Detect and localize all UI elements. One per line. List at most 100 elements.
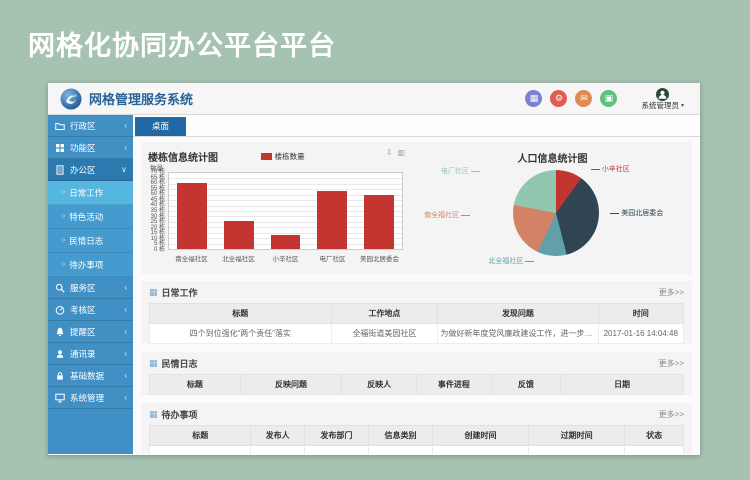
- y-axis-ticks: 70 栋65 栋60 栋55 栋50 栋45 栋40 栋35 栋30 栋25 栋…: [141, 172, 167, 250]
- mail-icon[interactable]: ✉: [575, 90, 592, 107]
- public-log-table: 标题反映问题反映人事件进程反馈日期: [149, 374, 684, 395]
- table-header-cell: 过期时间: [529, 426, 625, 446]
- leader-line: [471, 171, 480, 172]
- tab-desktop[interactable]: 桌面: [135, 117, 186, 136]
- daily-work-table: 标题工作地点发现问题时间 四个到位强化“两个责任”落实全福街道美园社区为做好新年…: [149, 303, 684, 344]
- sidebar-subitem[interactable]: ○待办事项: [48, 253, 133, 277]
- leader-line: [525, 261, 534, 262]
- brand-logo-icon: [60, 88, 82, 110]
- section-title: 日常工作: [162, 286, 198, 299]
- section-title: 民情日志: [162, 357, 198, 370]
- table-header-cell: 反映问题: [240, 375, 341, 395]
- pie-chart-title: 人口信息统计图: [413, 150, 692, 165]
- bar[interactable]: [364, 195, 394, 249]
- legend-label: 楼栋数量: [275, 151, 305, 162]
- header-actions: ▦ ⚙ ✉ ▣: [525, 90, 617, 107]
- document-icon: [55, 165, 66, 175]
- x-tick-label: 北全福社区: [215, 253, 262, 263]
- data-view-icon[interactable]: ▥: [397, 148, 405, 157]
- sidebar-item[interactable]: 基础数据‹: [48, 365, 133, 387]
- chevron-left-icon: ‹: [124, 121, 127, 130]
- sidebar-item[interactable]: 考核区‹: [48, 299, 133, 321]
- table-header-cell: 标题: [150, 304, 332, 324]
- table-header-cell: 反馈: [491, 375, 560, 395]
- leader-line: [591, 169, 600, 170]
- table-header-cell: 反映人: [342, 375, 417, 395]
- x-axis-labels: 南全福社区北全福社区小辛社区电厂社区美园北居委会: [168, 253, 403, 263]
- section-title: 待办事项: [162, 408, 198, 421]
- sidebar-item[interactable]: 行政区‹: [48, 115, 133, 137]
- x-tick-label: 小辛社区: [262, 253, 309, 263]
- legend-swatch: [261, 153, 272, 160]
- table-header-cell: 创建时间: [433, 426, 529, 446]
- sidebar-subitem[interactable]: ○民情日志: [48, 229, 133, 253]
- chevron-left-icon: ‹: [124, 327, 127, 336]
- chevron-left-icon: ‹: [124, 305, 127, 314]
- tab-bar: 桌面: [133, 115, 700, 137]
- grid-icon: [55, 143, 66, 153]
- table-header-cell: 发布人: [251, 426, 304, 446]
- sidebar-item[interactable]: 提醒区‹: [48, 321, 133, 343]
- leader-line: [461, 215, 470, 216]
- chevron-left-icon: ‹: [124, 283, 127, 292]
- chart-toolbox: ⇩ ▥: [386, 148, 405, 157]
- app-header: 网格管理服务系统 ▦ ⚙ ✉ ▣ 系统管理员 ▾: [48, 83, 700, 115]
- image-icon[interactable]: ▣: [600, 90, 617, 107]
- section-public-log: ▦ 民情日志 更多>> 标题反映问题反映人事件进程反馈日期: [141, 352, 692, 395]
- bar[interactable]: [224, 221, 254, 249]
- search-icon: [55, 283, 66, 293]
- page-title: 网格化协同办公平台平台: [28, 24, 336, 63]
- leader-line: [610, 213, 619, 214]
- table-header-cell: 状态: [625, 426, 684, 446]
- sidebar-subitem[interactable]: ○特色活动: [48, 205, 133, 229]
- circle-bullet-icon: ○: [61, 237, 65, 244]
- bar-chart-legend[interactable]: 楼栋数量: [261, 151, 305, 162]
- settings-gear-icon[interactable]: ⚙: [550, 90, 567, 107]
- gauge-icon: [55, 305, 66, 315]
- pie-slice-label: 北全福社区: [488, 256, 536, 266]
- user-name: 系统管理员: [641, 102, 679, 110]
- sidebar: 行政区‹功能区‹办公区∨○日常工作○特色活动○民情日志○待办事项服务区‹考核区‹…: [48, 115, 133, 454]
- sidebar-item[interactable]: 功能区‹: [48, 137, 133, 159]
- sidebar-item[interactable]: 系统管理‹: [48, 387, 133, 409]
- sidebar-subitem[interactable]: ○日常工作: [48, 181, 133, 205]
- section-todo: ▦ 待办事项 更多>> 标题发布人发布部门信息类别创建时间过期时间状态: [141, 403, 692, 454]
- apps-icon[interactable]: ▦: [525, 90, 542, 107]
- user-menu[interactable]: 系统管理员 ▾: [641, 88, 684, 110]
- pie-slice-label: 电厂社区: [441, 166, 482, 176]
- sidebar-item[interactable]: 通讯录‹: [48, 343, 133, 365]
- bar[interactable]: [177, 183, 207, 249]
- pie-slice-label: 美园北居委会: [608, 208, 663, 218]
- table-icon: ▦: [149, 410, 158, 419]
- table-header-cell: 发布部门: [304, 426, 368, 446]
- app-window: 网格管理服务系统 ▦⚙✉▣ 系统管理员 ▾ 行政区‹功能区‹办公区∨○日常工作○…: [48, 83, 700, 455]
- circle-bullet-icon: ○: [61, 261, 65, 268]
- chevron-left-icon: ‹: [124, 393, 127, 402]
- more-link[interactable]: 更多>>: [659, 358, 684, 369]
- bar[interactable]: [317, 191, 347, 249]
- table-icon: ▦: [149, 359, 158, 368]
- contact-icon: [55, 349, 66, 359]
- circle-bullet-icon: ○: [61, 213, 65, 220]
- more-link[interactable]: 更多>>: [659, 287, 684, 298]
- todo-table: 标题发布人发布部门信息类别创建时间过期时间状态: [149, 425, 684, 454]
- chevron-left-icon: ‹: [124, 371, 127, 380]
- brand-name: 网格管理服务系统: [89, 89, 193, 108]
- brand: 网格管理服务系统: [60, 88, 193, 110]
- chevron-down-icon: ∨: [121, 165, 127, 174]
- sidebar-item[interactable]: 服务区‹: [48, 277, 133, 299]
- lock-icon: [55, 371, 66, 381]
- bar[interactable]: [271, 235, 301, 249]
- chevron-down-icon: ▾: [681, 103, 684, 109]
- save-image-icon[interactable]: ⇩: [386, 148, 393, 157]
- more-link[interactable]: 更多>>: [659, 409, 684, 420]
- x-tick-label: 南全福社区: [168, 253, 215, 263]
- main-content: 桌面 楼栋信息统计图 楼栋数量 ⇩ ▥ 数量: [133, 115, 700, 454]
- pie-graphic: [513, 170, 599, 256]
- sidebar-item[interactable]: 办公区∨: [48, 159, 133, 181]
- table-header-cell: 标题: [150, 375, 241, 395]
- content-scroll[interactable]: 楼栋信息统计图 楼栋数量 ⇩ ▥ 数量 70 栋65 栋60 栋55 栋50 栋…: [133, 137, 700, 454]
- table-row[interactable]: 四个到位强化“两个责任”落实全福街道美园社区为做好新年度党风廉政建设工作，进一步…: [150, 324, 684, 344]
- folder-icon: [55, 121, 66, 131]
- chevron-left-icon: ‹: [124, 143, 127, 152]
